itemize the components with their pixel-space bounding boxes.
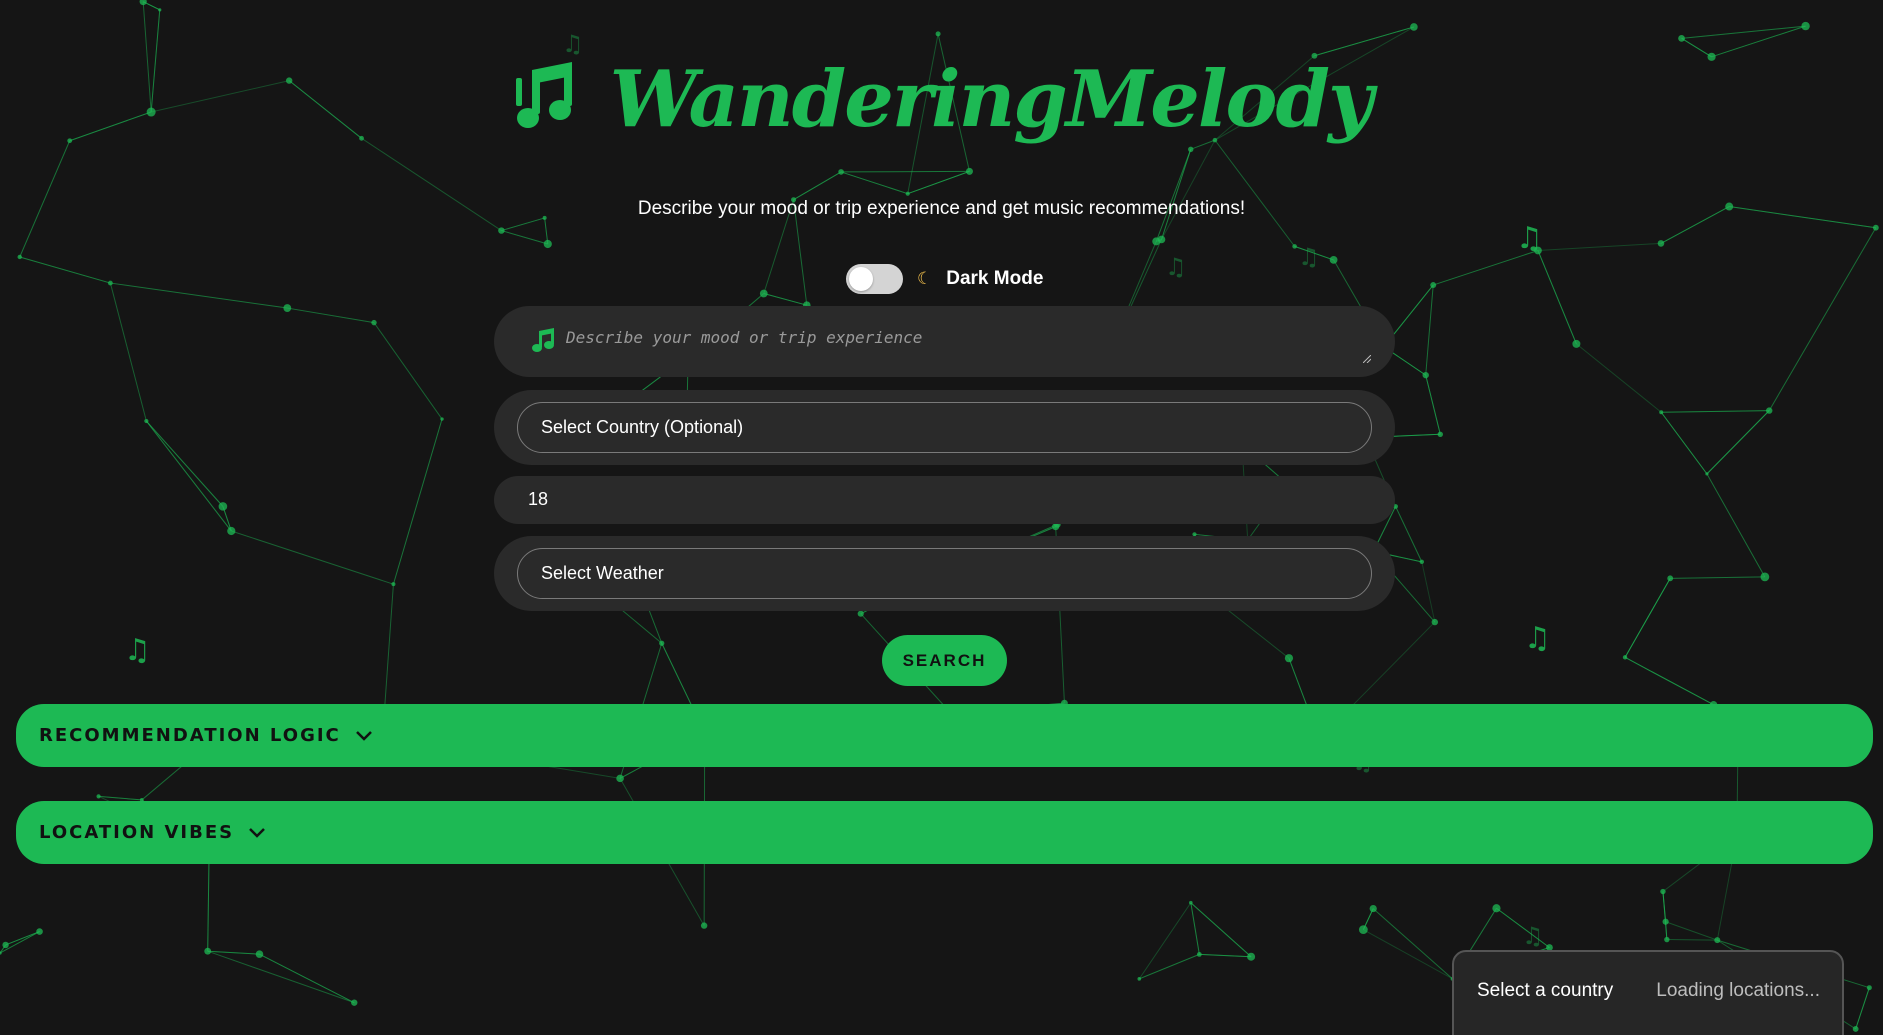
popup-title: Select a country: [1477, 980, 1614, 1001]
accordion-label: RECOMMENDATION LOGIC: [39, 725, 341, 746]
switch-knob: [849, 267, 873, 291]
music-notes-icon: [515, 62, 572, 128]
moon-icon: ☾: [917, 269, 933, 289]
app-subtitle: Describe your mood or trip experience an…: [637, 198, 1246, 219]
app-title: WanderingMelody: [609, 54, 1374, 145]
dark-mode-toggle-row: ☾ Dark Mode: [846, 264, 1043, 294]
accordion-recommendation-logic[interactable]: RECOMMENDATION LOGIC: [16, 704, 1873, 767]
search-button[interactable]: SEARCH: [882, 635, 1007, 686]
country-panel: Select Country (Optional): [494, 390, 1395, 465]
chevron-down-icon: [249, 827, 265, 838]
accordion-location-vibes[interactable]: LOCATION VIBES: [16, 801, 1873, 864]
music-note-icon: [532, 328, 554, 352]
age-panel[interactable]: 18: [494, 476, 1395, 524]
chevron-down-icon: [355, 730, 372, 741]
age-input[interactable]: 18: [528, 489, 548, 510]
country-select[interactable]: Select Country (Optional): [517, 402, 1372, 453]
dark-mode-switch[interactable]: [846, 264, 903, 294]
weather-panel: Select Weather: [494, 536, 1395, 611]
country-popup: Select a country Loading locations...: [1452, 950, 1844, 1035]
app-header: WanderingMelody: [0, 58, 1883, 142]
dark-mode-label: Dark Mode: [946, 268, 1044, 289]
mood-input[interactable]: [566, 320, 1366, 364]
popup-loading-status: Loading locations...: [1656, 980, 1820, 1001]
mood-panel: [494, 306, 1395, 377]
resize-handle-icon[interactable]: [1363, 355, 1371, 363]
weather-select[interactable]: Select Weather: [517, 548, 1372, 599]
accordion-label: LOCATION VIBES: [39, 822, 235, 843]
